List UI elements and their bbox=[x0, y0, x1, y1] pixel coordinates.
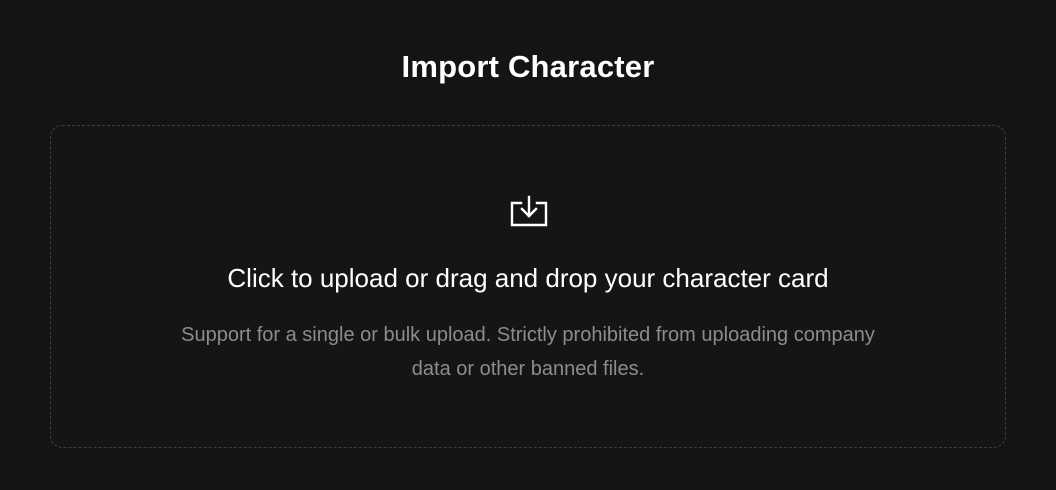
page-title: Import Character bbox=[401, 49, 655, 84]
upload-dropzone[interactable]: Click to upload or drag and drop your ch… bbox=[50, 125, 1006, 448]
import-character-page: Import Character Click to upload or drag… bbox=[0, 0, 1056, 490]
upload-headline: Click to upload or drag and drop your ch… bbox=[227, 263, 829, 293]
download-tray-icon bbox=[510, 194, 548, 228]
upload-hint: Support for a single or bulk upload. Str… bbox=[181, 324, 875, 380]
